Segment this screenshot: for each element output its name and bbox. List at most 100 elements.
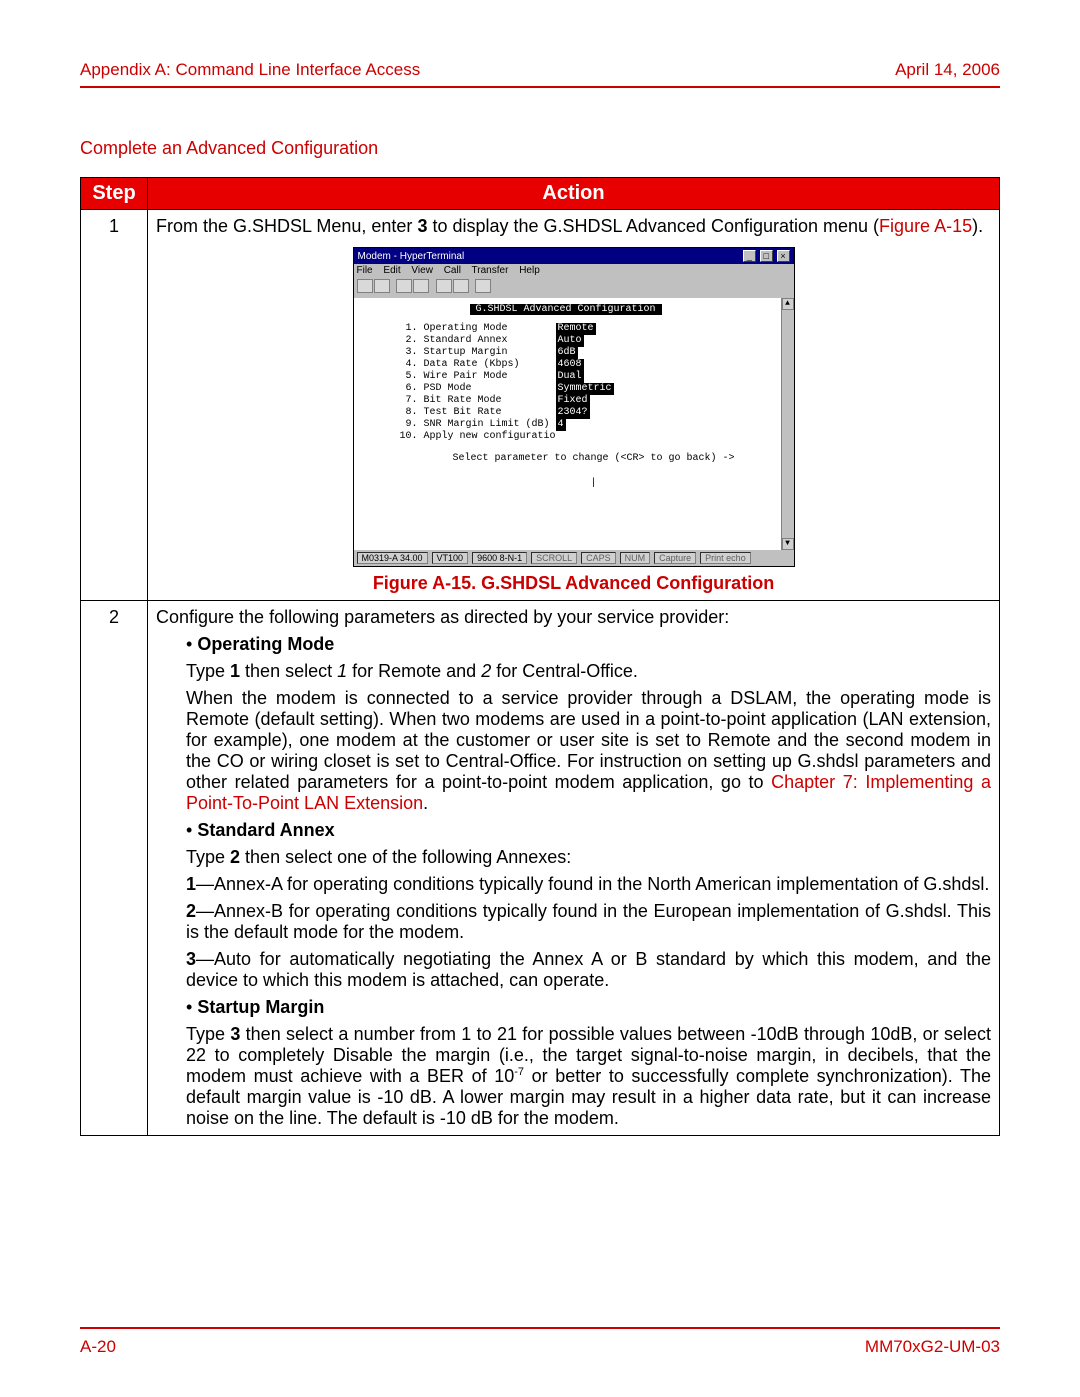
txt: then select one of the following Annexes… [240, 847, 571, 867]
bullet-item: • Operating Mode Type 1 then select 1 fo… [186, 634, 991, 814]
terminal-value: 4 [556, 419, 566, 431]
step-number: 2 [81, 601, 148, 1136]
menu-item[interactable]: File [357, 265, 373, 276]
toolbar [354, 277, 794, 298]
txt: for Central-Office. [491, 661, 638, 681]
bullet-item: • Standard Annex Type 2 then select one … [186, 820, 991, 991]
toolbar-icon[interactable] [396, 279, 412, 293]
status-field: CAPS [581, 552, 616, 564]
action-cell: Configure the following parameters as di… [148, 601, 1000, 1136]
hyperterminal-window: Modem - HyperTerminal _ □ × File Edit Vi… [353, 247, 795, 567]
terminal-value: 6dB [556, 347, 578, 359]
table-row: 1 From the G.SHDSL Menu, enter 3 to disp… [81, 210, 1000, 601]
txt: then select [240, 661, 337, 681]
terminal-value: Auto [556, 335, 584, 347]
menu-item[interactable]: Call [444, 265, 461, 276]
terminal-row: 8. Test Bit Rate 2304? [400, 407, 788, 419]
terminal-row: 7. Bit Rate Mode Fixed [400, 395, 788, 407]
bullet-item: • Startup Margin Type 3 then select a nu… [186, 997, 991, 1129]
bold-key: 3 [417, 216, 427, 236]
bullet-head: Startup Margin [197, 997, 324, 1017]
scrollbar[interactable]: ▲ ▼ [781, 298, 794, 550]
toolbar-icon[interactable] [436, 279, 452, 293]
toolbar-icon[interactable] [475, 279, 491, 293]
header-left: Appendix A: Command Line Interface Acces… [80, 60, 420, 80]
menu-item[interactable]: Edit [383, 265, 400, 276]
toolbar-icon[interactable] [413, 279, 429, 293]
status-field: VT100 [432, 552, 469, 564]
bold-key: 3 [230, 1024, 240, 1044]
terminal-row: 1. Operating Mode Remote [400, 323, 788, 335]
terminal-rows: 1. Operating Mode Remote 2. Standard Ann… [400, 323, 788, 443]
bullet-line: Type 1 then select 1 for Remote and 2 fo… [186, 661, 991, 682]
bullet-head: Standard Annex [197, 820, 334, 840]
page-header: Appendix A: Command Line Interface Acces… [80, 60, 1000, 88]
sub-item: 3—Auto for automatically negotiating the… [186, 949, 991, 991]
terminal-row: 4. Data Rate (Kbps) 4608 [400, 359, 788, 371]
terminal-area: ▲ ▼ G.SHDSL Advanced Configuration 1. Op… [354, 298, 794, 550]
bold-key: 2 [230, 847, 240, 867]
figure-ref-link[interactable]: Figure A-15 [879, 216, 972, 236]
bullet-para: When the modem is connected to a service… [186, 688, 991, 814]
status-field: 9600 8-N-1 [472, 552, 527, 564]
txt: for Remote and [347, 661, 481, 681]
terminal-value: Symmetric [556, 383, 614, 395]
sub-item: 1—Annex-A for operating conditions typic… [186, 874, 991, 895]
scroll-up-icon[interactable]: ▲ [782, 298, 794, 310]
step-number: 1 [81, 210, 148, 601]
toolbar-icon[interactable] [374, 279, 390, 293]
txt: ). [972, 216, 983, 236]
bullet-head: Operating Mode [197, 634, 334, 654]
step1-text: From the G.SHDSL Menu, enter 3 to displa… [156, 216, 991, 237]
minimize-icon[interactable]: _ [743, 250, 756, 262]
txt: Type [186, 847, 230, 867]
menu-item[interactable]: View [411, 265, 433, 276]
window-title: Modem - HyperTerminal [358, 251, 465, 262]
txt: to display the G.SHDSL Advanced Configur… [427, 216, 879, 236]
sub-item: 2—Annex-B for operating conditions typic… [186, 901, 991, 943]
txt: Type [186, 1024, 230, 1044]
step2-intro: Configure the following parameters as di… [156, 607, 991, 628]
bold-key: 1 [230, 661, 240, 681]
status-field: Print echo [700, 552, 751, 564]
header-right: April 14, 2006 [895, 60, 1000, 80]
footer-doc-id: MM70xG2-UM-03 [865, 1337, 1000, 1357]
bold-key: 1 [186, 874, 196, 894]
col-header-step: Step [81, 178, 148, 210]
toolbar-icon[interactable] [357, 279, 373, 293]
maximize-icon[interactable]: □ [760, 250, 773, 262]
page-footer: A-20 MM70xG2-UM-03 [80, 1327, 1000, 1357]
window-buttons: _ □ × [742, 250, 790, 262]
terminal-value: Remote [556, 323, 596, 335]
col-header-action: Action [148, 178, 1000, 210]
terminal-value: 2304? [556, 407, 590, 419]
terminal-row: 2. Standard Annex Auto [400, 335, 788, 347]
terminal-row: 9. SNR Margin Limit (dB) 4 [400, 419, 788, 431]
bold-key: 3 [186, 949, 196, 969]
terminal-row: 5. Wire Pair Mode Dual [400, 371, 788, 383]
txt: . [423, 793, 428, 813]
terminal-row: 6. PSD Mode Symmetric [400, 383, 788, 395]
bullet-line: Type 3 then select a number from 1 to 21… [186, 1024, 991, 1129]
table-row: 2 Configure the following parameters as … [81, 601, 1000, 1136]
txt: —Annex-B for operating conditions typica… [186, 901, 991, 942]
txt: —Auto for automatically negotiating the … [186, 949, 991, 990]
terminal-heading: G.SHDSL Advanced Configuration [470, 304, 662, 315]
status-field: M0319-A 34.00 [357, 552, 428, 564]
scroll-down-icon[interactable]: ▼ [782, 538, 794, 550]
toolbar-icon[interactable] [453, 279, 469, 293]
terminal-row: 3. Startup Margin 6dB [400, 347, 788, 359]
menu-item[interactable]: Transfer [472, 265, 509, 276]
txt: —Annex-A for operating conditions typica… [196, 874, 989, 894]
bullet-line: Type 2 then select one of the following … [186, 847, 991, 868]
terminal-value: Dual [556, 371, 584, 383]
terminal-prompt: Select parameter to change (<CR> to go b… [400, 453, 788, 464]
menu-item[interactable]: Help [519, 265, 540, 276]
action-cell: From the G.SHDSL Menu, enter 3 to displa… [148, 210, 1000, 601]
txt: From the G.SHDSL Menu, enter [156, 216, 417, 236]
status-field: Capture [654, 552, 696, 564]
close-icon[interactable]: × [777, 250, 790, 262]
menubar: File Edit View Call Transfer Help [354, 264, 794, 277]
figure-caption: Figure A-15. G.SHDSL Advanced Configurat… [156, 573, 991, 594]
footer-page-num: A-20 [80, 1337, 116, 1357]
